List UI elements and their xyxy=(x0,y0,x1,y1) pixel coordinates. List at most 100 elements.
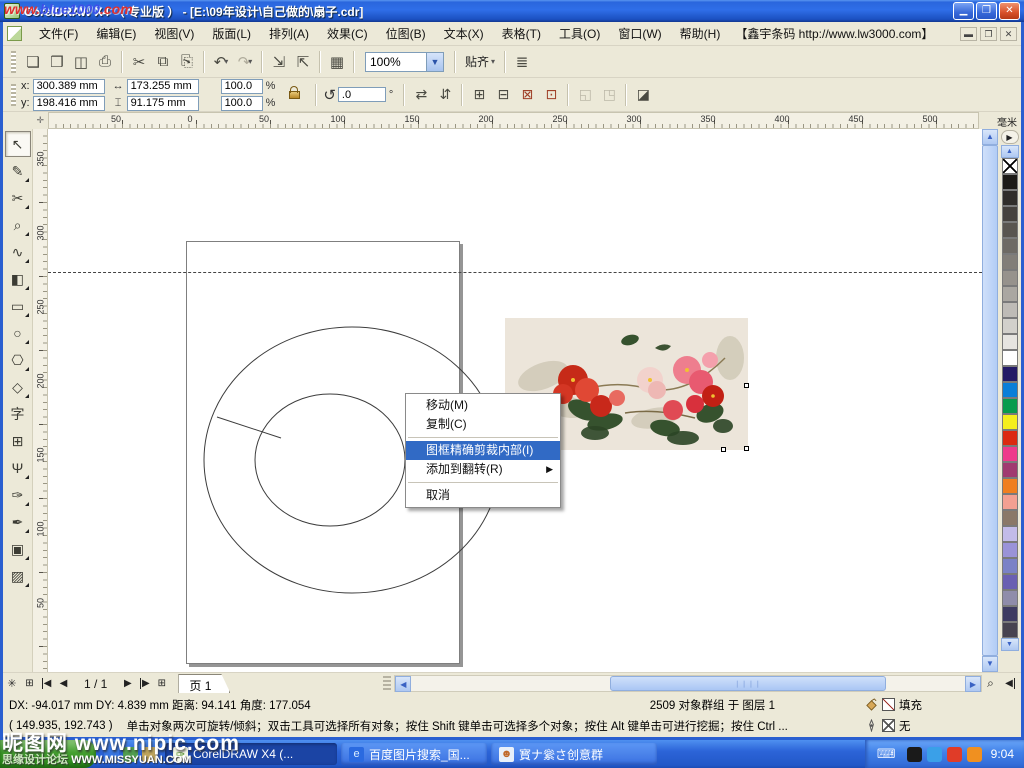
doc-minimize-button[interactable]: ▬ xyxy=(960,27,977,41)
task-button-2[interactable]: ☻寳ナ繠さ创意群 xyxy=(491,743,657,765)
color-swatch-24[interactable] xyxy=(1002,558,1018,574)
table-tool[interactable]: ⊞ xyxy=(5,428,31,454)
color-swatch-16[interactable] xyxy=(1002,430,1018,446)
ungroup-all-button[interactable]: ⊠ xyxy=(515,83,539,107)
color-swatch-11[interactable] xyxy=(1002,350,1018,366)
color-swatch-22[interactable] xyxy=(1002,526,1018,542)
export-button[interactable]: ⇱ xyxy=(291,50,315,74)
doc-close-button[interactable]: ✕ xyxy=(1000,27,1017,41)
scroll-right-arrow-icon[interactable]: ▶ xyxy=(965,676,981,692)
menu-item-4[interactable]: 排列(A) xyxy=(260,22,318,45)
color-swatch-0[interactable] xyxy=(1002,174,1018,190)
color-swatch-18[interactable] xyxy=(1002,462,1018,478)
y-position-field[interactable] xyxy=(33,96,105,111)
color-swatch-9[interactable] xyxy=(1002,318,1018,334)
options-button[interactable]: ≣ xyxy=(510,50,534,74)
selection-handle[interactable] xyxy=(721,447,726,452)
import-button[interactable]: ⇲ xyxy=(267,50,291,74)
fill-tool[interactable]: ▣ xyxy=(5,536,31,562)
color-swatch-14[interactable] xyxy=(1002,398,1018,414)
zoom-level-input[interactable] xyxy=(365,52,427,72)
x-position-field[interactable] xyxy=(33,79,105,94)
color-swatch-10[interactable] xyxy=(1002,334,1018,350)
interactive-fill-tool[interactable]: ▨ xyxy=(5,563,31,589)
zoom-level-combo[interactable]: ▼ xyxy=(365,52,444,72)
vertical-scroll-thumb[interactable] xyxy=(982,145,998,656)
color-swatch-7[interactable] xyxy=(1002,286,1018,302)
undo-button[interactable]: ↶▾ xyxy=(209,50,233,74)
input-method-icon[interactable]: ⌨ xyxy=(877,746,896,762)
menu-item-9[interactable]: 工具(O) xyxy=(550,22,609,45)
antivirus-icon[interactable] xyxy=(947,747,962,762)
palette-dock-button[interactable]: ◀ xyxy=(999,675,1021,692)
minimize-button[interactable]: ▁ xyxy=(953,2,974,20)
ellipse-tool[interactable]: ○ xyxy=(5,320,31,346)
selection-handle[interactable] xyxy=(744,383,749,388)
menu-item-1[interactable]: 编辑(E) xyxy=(87,22,145,45)
close-button[interactable]: ✕ xyxy=(999,2,1020,20)
menu-item-11[interactable]: 帮助(H) xyxy=(671,22,730,45)
copy-button[interactable]: ⧉ xyxy=(151,50,175,74)
mirror-vertical-button[interactable]: ⇵ xyxy=(433,83,457,107)
color-swatch-19[interactable] xyxy=(1002,478,1018,494)
color-swatch-12[interactable] xyxy=(1002,366,1018,382)
freehand-tool[interactable]: ∿ xyxy=(5,239,31,265)
menu-item-3[interactable]: 版面(L) xyxy=(203,22,260,45)
scale-y-field[interactable] xyxy=(221,96,263,111)
delete-segment-button[interactable]: ⊡ xyxy=(539,83,563,107)
context-menu-item-4[interactable]: 取消 xyxy=(406,486,560,505)
menu-item-2[interactable]: 视图(V) xyxy=(145,22,203,45)
color-swatch-23[interactable] xyxy=(1002,542,1018,558)
color-swatch-21[interactable] xyxy=(1002,510,1018,526)
shape-tool[interactable]: ✎ xyxy=(5,158,31,184)
context-menu-item-3[interactable]: 添加到翻转(R)▶ xyxy=(406,460,560,479)
polygon-tool[interactable]: ⎔ xyxy=(5,347,31,373)
color-swatch-1[interactable] xyxy=(1002,190,1018,206)
object-width-field[interactable] xyxy=(127,79,199,94)
new-button[interactable]: ❏ xyxy=(21,50,45,74)
print-button[interactable]: ⎙ xyxy=(93,50,117,74)
color-swatch-2[interactable] xyxy=(1002,206,1018,222)
scroll-up-arrow-icon[interactable]: ▲ xyxy=(982,129,998,145)
scale-x-field[interactable] xyxy=(221,79,263,94)
cut-button[interactable]: ✂ xyxy=(127,50,151,74)
context-menu-item-1[interactable]: 复制(C) xyxy=(406,415,560,434)
color-swatch-28[interactable] xyxy=(1002,622,1018,638)
menu-item-8[interactable]: 表格(T) xyxy=(493,22,550,45)
color-swatch-13[interactable] xyxy=(1002,382,1018,398)
first-page-button[interactable]: ◀ xyxy=(38,675,55,692)
menu-item-5[interactable]: 效果(C) xyxy=(318,22,377,45)
menu-item-7[interactable]: 文本(X) xyxy=(435,22,493,45)
palette-flyout-button[interactable]: ▶ xyxy=(1001,130,1019,144)
context-menu-item-0[interactable]: 移动(M) xyxy=(406,396,560,415)
menu-item-0[interactable]: 文件(F) xyxy=(30,22,87,45)
vertical-ruler[interactable]: 35030025020015010050 xyxy=(33,129,48,672)
last-page-button[interactable]: ▶ xyxy=(136,675,153,692)
zoom-fit-button[interactable]: ⌕ xyxy=(982,675,999,692)
rectangle-tool[interactable]: ▭ xyxy=(5,293,31,319)
eyedropper-tool[interactable]: ✑ xyxy=(5,482,31,508)
add-page-button-2[interactable]: ⊞ xyxy=(153,675,170,692)
zoom-dropdown-arrow-icon[interactable]: ▼ xyxy=(427,52,444,72)
basic-shapes-tool[interactable]: ◇ xyxy=(5,374,31,400)
toolbar-grip[interactable] xyxy=(11,51,16,73)
rotation-angle-field[interactable] xyxy=(338,87,386,102)
mirror-horizontal-button[interactable]: ⇄ xyxy=(409,83,433,107)
chevron-down-icon[interactable]: ▾ xyxy=(248,57,252,66)
task-button-1[interactable]: e百度图片搜索_国... xyxy=(341,743,487,765)
context-menu-item-2[interactable]: 图框精确剪裁内部(I) xyxy=(406,441,560,460)
paste-button[interactable]: ⎘ xyxy=(175,50,199,74)
zoom-tool[interactable]: ⌕ xyxy=(5,212,31,238)
color-swatch-25[interactable] xyxy=(1002,574,1018,590)
scroll-down-arrow-icon[interactable]: ▼ xyxy=(982,656,998,672)
no-color-swatch[interactable] xyxy=(1002,158,1018,174)
next-page-button[interactable]: ▶ xyxy=(119,675,136,692)
ruler-origin-corner[interactable]: ✛ xyxy=(3,112,48,129)
pick-tool[interactable]: ↖ xyxy=(5,131,31,157)
menu-item-6[interactable]: 位图(B) xyxy=(377,22,435,45)
messenger-icon[interactable] xyxy=(927,747,942,762)
color-swatch-4[interactable] xyxy=(1002,238,1018,254)
color-swatch-8[interactable] xyxy=(1002,302,1018,318)
color-swatch-6[interactable] xyxy=(1002,270,1018,286)
palette-scroll-down-icon[interactable]: ▼ xyxy=(1001,638,1019,651)
